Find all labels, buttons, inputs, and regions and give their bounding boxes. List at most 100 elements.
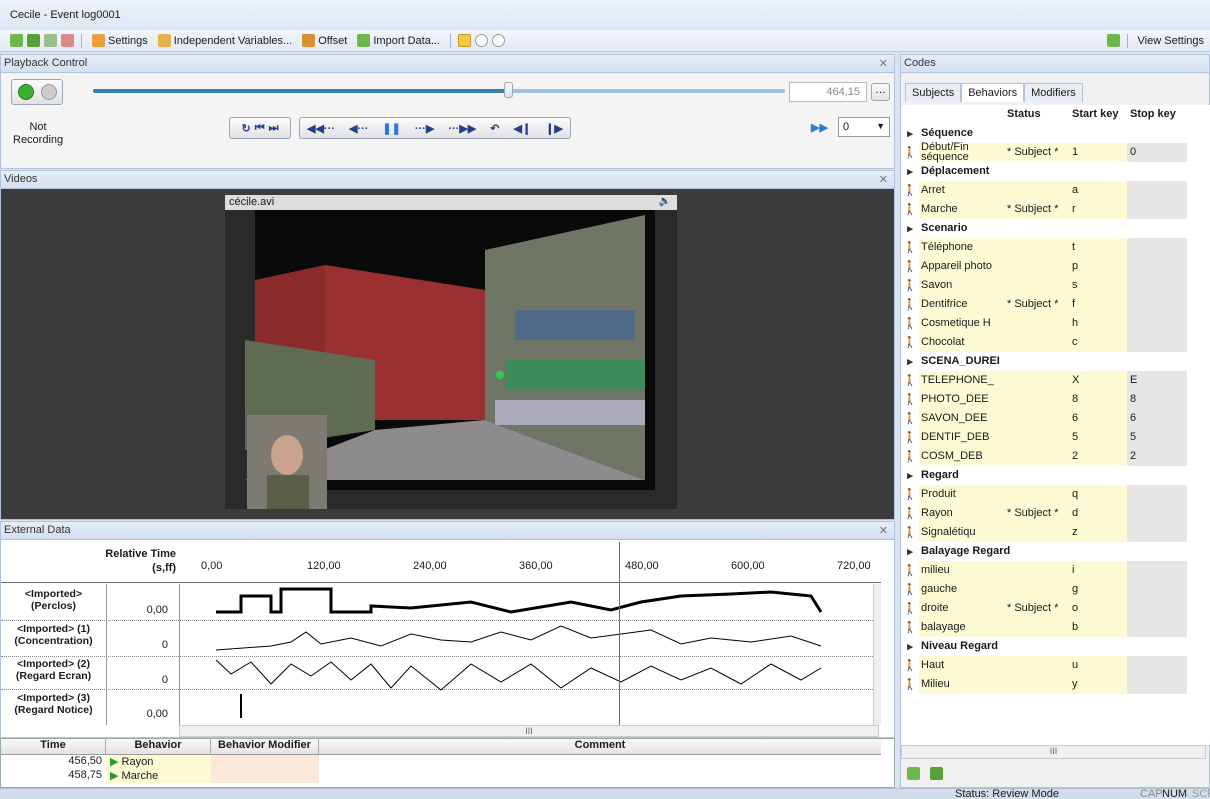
expand-icon[interactable]: ▸ xyxy=(901,127,919,140)
col-modifier[interactable]: Behavior Modifier xyxy=(211,739,319,754)
undo-icon[interactable]: ↶ xyxy=(490,122,499,135)
codes-hscrollbar[interactable]: III xyxy=(901,745,1206,759)
behavior-group-row[interactable]: ▸ Déplacement xyxy=(901,162,1210,181)
behavior-row[interactable]: 🚶 TELEPHONE_ X E xyxy=(901,370,1210,390)
last-frame-icon[interactable]: ⏭ xyxy=(269,122,279,135)
settings-button[interactable]: Settings xyxy=(89,34,151,47)
speed-select[interactable]: 0 ▼ xyxy=(838,117,890,137)
behavior-figure-icon: 🚶 xyxy=(903,602,917,615)
expand-icon[interactable]: ▸ xyxy=(901,222,919,235)
behavior-row[interactable]: 🚶 droite * Subject * o xyxy=(901,598,1210,618)
play-icon[interactable]: ···▶ xyxy=(415,122,434,135)
close-icon[interactable]: ✕ xyxy=(879,524,888,537)
time-options-button[interactable]: … xyxy=(871,83,890,101)
timeline-slider[interactable] xyxy=(93,82,785,98)
step-back-icon[interactable]: ◀❙ xyxy=(514,122,532,135)
behavior-row[interactable]: 🚶 Produit q xyxy=(901,484,1210,504)
expand-icon[interactable]: ▸ xyxy=(901,469,919,482)
behavior-row[interactable]: 🚶 Appareil photo p xyxy=(901,256,1210,276)
playhead-cursor[interactable] xyxy=(618,542,620,725)
table-row[interactable]: 458,75 ▶ Marche xyxy=(1,769,881,783)
behavior-row[interactable]: 🚶 Rayon * Subject * d xyxy=(901,503,1210,523)
offset-icon xyxy=(302,34,316,47)
zoom-out-icon[interactable] xyxy=(492,34,505,47)
horizontal-scrollbar[interactable]: III xyxy=(179,725,879,737)
volume-icon[interactable]: 🔈 xyxy=(659,196,671,207)
behavior-row[interactable]: 🚶 Haut u xyxy=(901,655,1210,675)
col-behavior[interactable]: Behavior xyxy=(106,739,211,754)
tab-modifiers[interactable]: Modifiers xyxy=(1024,83,1083,102)
behavior-figure-icon: 🚶 xyxy=(903,488,917,501)
tab-behaviors[interactable]: Behaviors xyxy=(961,83,1025,102)
behavior-row[interactable]: 🚶 COSM_DEB 2 2 xyxy=(901,446,1210,466)
status-bar: Status: Review Mode CAP NUM SCRL xyxy=(0,788,1210,799)
ruler-tick-label: 0,00 xyxy=(201,560,223,572)
add-group-icon[interactable] xyxy=(930,767,943,780)
tab-subjects[interactable]: Subjects xyxy=(905,83,962,102)
table-row[interactable]: 456,50 ▶ Rayon xyxy=(1,755,881,769)
add-behavior-icon[interactable] xyxy=(907,767,920,780)
behavior-group-row[interactable]: ▸ Scenario xyxy=(901,219,1210,238)
behavior-group-row[interactable]: ▸ Regard xyxy=(901,466,1210,485)
behavior-row[interactable]: 🚶 Milieu y xyxy=(901,674,1210,694)
timeline-thumb[interactable] xyxy=(504,82,514,98)
add-icon[interactable] xyxy=(10,34,23,47)
behavior-row[interactable]: 🚶 Dentifrice * Subject * f xyxy=(901,294,1210,314)
col-time[interactable]: Time xyxy=(1,739,106,754)
expand-icon[interactable]: ▸ xyxy=(901,545,919,558)
behavior-row[interactable]: 🚶 Savon s xyxy=(901,275,1210,295)
caps-indicator: CAP xyxy=(1140,788,1163,799)
delete-icon[interactable] xyxy=(61,34,74,47)
fast-rewind-icon[interactable]: ◀◀··· xyxy=(307,122,335,135)
copy-icon[interactable] xyxy=(44,34,57,47)
expand-icon[interactable]: ▸ xyxy=(901,640,919,653)
behavior-group-row[interactable]: ▸ Niveau Regard xyxy=(901,637,1210,656)
behavior-row[interactable]: 🚶 Chocolat c xyxy=(901,332,1210,352)
expand-icon[interactable]: ▸ xyxy=(901,165,919,178)
behavior-figure-icon: 🚶 xyxy=(903,583,917,596)
behavior-group-row[interactable]: ▸ SCENA_DUREI xyxy=(901,352,1210,371)
pointer-icon[interactable] xyxy=(458,34,471,47)
video-frame[interactable] xyxy=(225,210,677,509)
settings-icon xyxy=(92,34,105,47)
num-indicator: NUM xyxy=(1162,788,1188,799)
behavior-row[interactable]: 🚶 milieu i xyxy=(901,560,1210,580)
import-data-button[interactable]: Import Data... xyxy=(354,34,443,47)
offset-button[interactable]: Offset xyxy=(299,34,350,47)
loop-icon[interactable]: ↻ xyxy=(241,122,250,135)
transport-controls[interactable]: ◀◀··· ◀··· ❚❚ ···▶ ···▶▶ ↶ ◀❙ ❙▶ xyxy=(299,117,571,139)
behavior-row[interactable]: 🚶 gauche g xyxy=(901,579,1210,599)
behavior-group-row[interactable]: ▸ Balayage Regard xyxy=(901,542,1210,561)
close-icon[interactable]: ✕ xyxy=(879,173,888,186)
independent-variables-button[interactable]: Independent Variables... xyxy=(155,34,295,47)
behavior-row[interactable]: 🚶 DENTIF_DEB 5 5 xyxy=(901,427,1210,447)
record-toggle[interactable] xyxy=(11,79,63,105)
behavior-row[interactable]: 🚶 Arret a xyxy=(901,180,1210,200)
fast-forward-icon[interactable]: ···▶▶ xyxy=(448,122,476,135)
vertical-scrollbar[interactable] xyxy=(873,584,881,725)
variables-icon xyxy=(157,34,171,47)
step-forward-icon[interactable]: ❙▶ xyxy=(545,122,563,135)
behavior-row[interactable]: 🚶 Cosmetique Hh xyxy=(901,313,1210,333)
pause-icon[interactable]: ❚❚ xyxy=(382,122,400,135)
behavior-row[interactable]: 🚶 balayage b xyxy=(901,617,1210,637)
time-ruler[interactable]: 0,00 120,00 240,00 360,00 480,00 600,00 720,00 xyxy=(179,542,879,582)
add-subject-icon[interactable] xyxy=(27,34,40,47)
behavior-row[interactable]: 🚶 PHOTO_DEE 8 8 xyxy=(901,389,1210,409)
behavior-row[interactable]: 🚶 Début/Fin séquence * Subject * 1 0 xyxy=(901,142,1210,163)
rewind-icon[interactable]: ◀··· xyxy=(349,122,368,135)
loop-controls[interactable]: ↻ ⏮ ⏭ xyxy=(229,117,291,139)
behavior-row[interactable]: 🚶 Téléphone t xyxy=(901,237,1210,257)
behavior-figure-icon: 🚶 xyxy=(903,146,917,159)
behavior-row[interactable]: 🚶 Marche * Subject * r xyxy=(901,199,1210,219)
close-icon[interactable]: ✕ xyxy=(879,57,888,70)
view-settings-button[interactable]: View Settings xyxy=(1135,35,1210,47)
view-settings-icon[interactable] xyxy=(1106,34,1120,47)
behavior-row[interactable]: 🚶 SAVON_DEE 6 6 xyxy=(901,408,1210,428)
behavior-figure-icon: 🚶 xyxy=(903,203,917,216)
zoom-in-icon[interactable] xyxy=(475,34,488,47)
first-frame-icon[interactable]: ⏮ xyxy=(255,122,265,135)
expand-icon[interactable]: ▸ xyxy=(901,355,919,368)
behavior-row[interactable]: 🚶 Signalétiqu z xyxy=(901,522,1210,542)
col-comment[interactable]: Comment xyxy=(319,739,881,754)
